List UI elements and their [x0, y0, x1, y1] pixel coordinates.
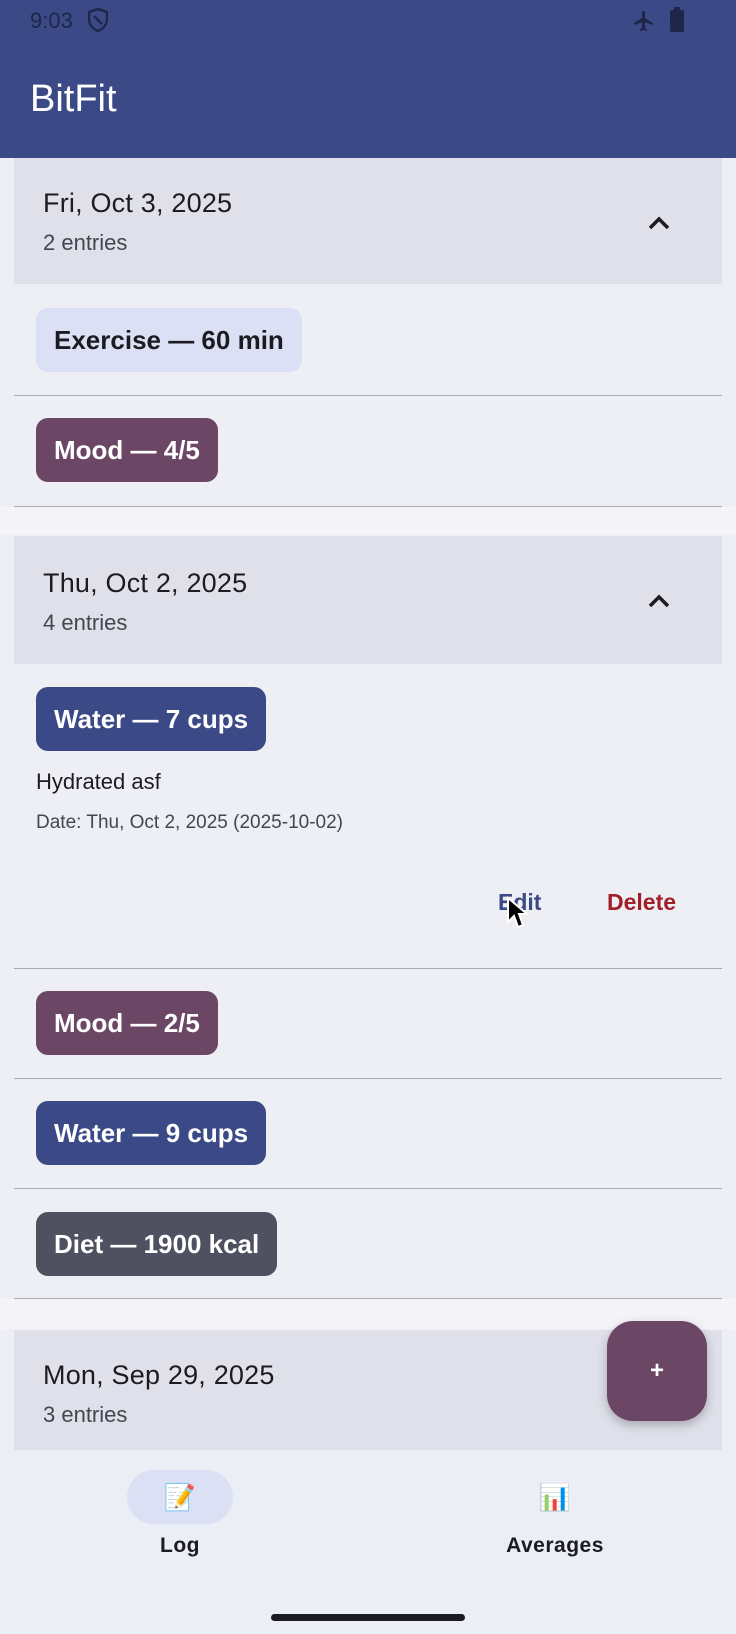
delete-button[interactable]: Delete [607, 889, 676, 916]
nav-label-log: Log [160, 1534, 200, 1557]
status-time: 9:03 [30, 8, 73, 33]
bottom-navigation: 📝 Log 📊 Averages [0, 1450, 736, 1634]
day-header-oct-3[interactable]: Fri, Oct 3, 2025 2 entries [14, 158, 722, 284]
nav-item-log[interactable]: 📝 Log [80, 1470, 280, 1558]
day-header-oct-2[interactable]: Thu, Oct 2, 2025 4 entries [14, 536, 722, 664]
mouse-pointer-icon [506, 895, 530, 930]
nav-label-averages: Averages [506, 1534, 604, 1557]
section-gap [0, 507, 736, 535]
day-title: Mon, Sep 29, 2025 [43, 1360, 275, 1390]
entry-chip-mood[interactable]: Mood — 2/5 [36, 991, 218, 1055]
day-title: Fri, Oct 3, 2025 [43, 188, 233, 218]
divider [14, 1188, 722, 1189]
chevron-up-icon[interactable] [639, 203, 679, 243]
add-entry-button[interactable]: + [607, 1321, 707, 1421]
memo-icon: 📝 [127, 1470, 233, 1524]
day-title: Thu, Oct 2, 2025 [43, 568, 248, 598]
entry-chip-water[interactable]: Water — 9 cups [36, 1101, 267, 1165]
airplane-icon [632, 9, 656, 38]
day-entry-count: 4 entries [43, 610, 128, 635]
entry-chip-mood[interactable]: Mood — 4/5 [36, 418, 218, 482]
shield-icon [87, 7, 109, 37]
bar-chart-icon: 📊 [538, 1482, 572, 1512]
entry-chip-diet[interactable]: Diet — 1900 kcal [36, 1212, 278, 1276]
app-title: BitFit [30, 78, 117, 120]
home-indicator[interactable] [271, 1614, 465, 1621]
entry-chip-exercise[interactable]: Exercise — 60 min [36, 308, 302, 372]
entry-date: Date: Thu, Oct 2, 2025 (2025-10-02) [36, 812, 343, 833]
entry-chip-water[interactable]: Water — 7 cups [36, 687, 267, 751]
battery-icon [670, 7, 684, 32]
entry-note: Hydrated asf [36, 769, 161, 794]
day-entry-count: 2 entries [43, 230, 128, 255]
nav-item-averages[interactable]: 📊 Averages [455, 1470, 655, 1558]
divider [14, 395, 722, 396]
divider [14, 968, 722, 969]
app-bar: BitFit [0, 42, 736, 158]
divider [14, 1078, 722, 1079]
day-entry-count: 3 entries [43, 1402, 128, 1427]
chevron-up-icon[interactable] [639, 581, 679, 621]
status-bar: 9:03 [0, 0, 736, 42]
